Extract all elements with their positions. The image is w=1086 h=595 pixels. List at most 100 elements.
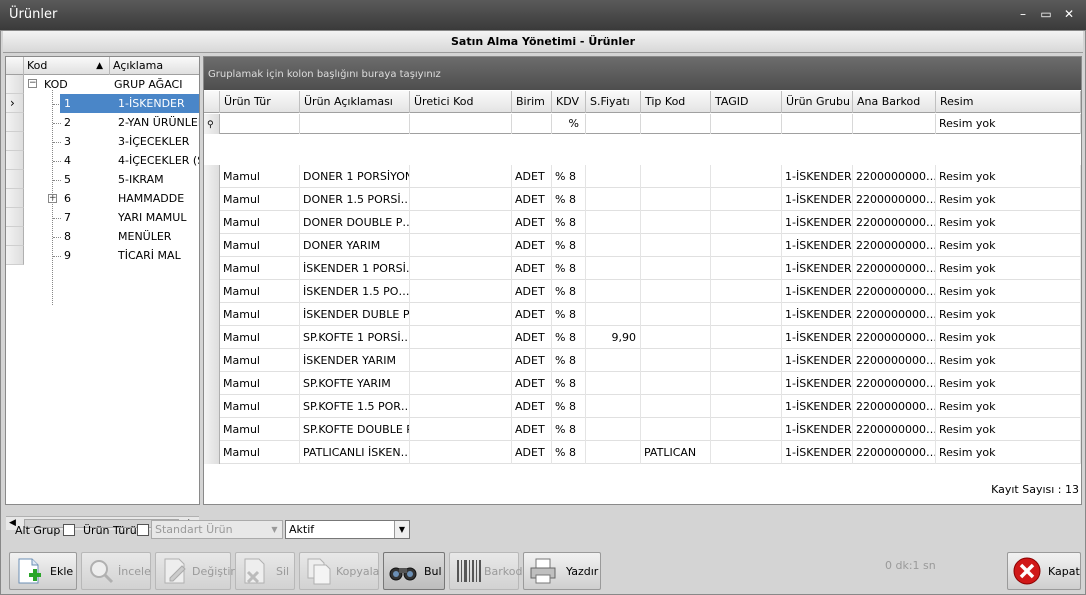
tree-col-kod[interactable]: Kod ▲ <box>24 57 110 75</box>
table-row[interactable]: Mamul PATLICANLI İSKEN… ADET% 8 PATLICAN 1-İ… <box>204 441 1081 464</box>
status-select[interactable]: Aktif ▼ <box>285 520 410 539</box>
table-cell: SP.KOFTE DOUBLE P… <box>300 418 410 441</box>
filter-cell[interactable] <box>512 114 552 134</box>
urun-turu-checkbox[interactable] <box>137 524 149 536</box>
kopyala-button[interactable]: Kopyala <box>299 552 379 590</box>
filter-cell[interactable]: % <box>552 114 586 134</box>
incele-label: İncele <box>118 565 151 578</box>
column-header[interactable]: Ana Barkod <box>853 91 936 113</box>
tree-item[interactable]: 5 5-IKRAM <box>6 170 199 189</box>
tree-connector <box>53 256 61 257</box>
barkod-button[interactable]: Barkod <box>449 552 523 590</box>
column-header[interactable]: Resim <box>936 91 1081 113</box>
binoculars-icon <box>389 567 417 581</box>
column-header[interactable]: S.Fiyatı <box>586 91 641 113</box>
ekle-button[interactable]: Ekle <box>9 552 77 590</box>
tree-item[interactable]: +6 HAMMADDE <box>6 189 199 208</box>
column-header[interactable]: Ürün Açıklaması <box>300 91 410 113</box>
table-cell: Mamul <box>220 303 300 326</box>
tree-item[interactable]: › 1 1-İSKENDER <box>6 94 199 113</box>
minimize-button[interactable]: – <box>1014 6 1032 22</box>
tree-item[interactable]: 9 TİCARİ MAL <box>6 246 199 265</box>
table-row[interactable]: Mamul İSKENDER 1.5 PO… ADET% 8 1-İSKENDER 22… <box>204 280 1081 303</box>
row-indicator <box>6 113 24 132</box>
table-row[interactable]: Mamul SP.KOFTE 1 PORSİ… ADET% 8 9,90 1-İSKEN… <box>204 326 1081 349</box>
filter-cell[interactable] <box>410 114 512 134</box>
table-row[interactable]: Mamul SP.KOFTE YARIM ADET% 8 1-İSKENDER 2200… <box>204 372 1081 395</box>
tree-item[interactable]: 2 2-YAN ÜRÜNLER <box>6 113 199 132</box>
group-by-area[interactable]: Gruplamak için kolon başlığını buraya ta… <box>204 57 1081 90</box>
grid-filter-row[interactable]: ⚲% Resim yok <box>204 114 1081 134</box>
bul-button[interactable]: Bul <box>383 552 445 590</box>
table-cell <box>711 349 782 372</box>
tree-connector-line <box>52 90 53 305</box>
kopyala-label: Kopyala <box>336 565 380 578</box>
table-cell: ADET <box>512 280 552 303</box>
row-indicator <box>204 257 220 280</box>
filter-cell[interactable] <box>586 114 641 134</box>
column-header[interactable]: Ürün Grubu <box>782 91 853 113</box>
tree-item[interactable]: 8 MENÜLER <box>6 227 199 246</box>
filter-cell[interactable]: Resim yok <box>936 114 1081 134</box>
table-row[interactable]: Mamul SP.KOFTE 1.5 POR… ADET% 8 1-İSKENDER 2… <box>204 395 1081 418</box>
tree-item-kod: 4 <box>64 154 71 167</box>
row-indicator <box>204 211 220 234</box>
column-header[interactable]: KDV <box>552 91 586 113</box>
row-indicator <box>204 395 220 418</box>
table-row[interactable]: Mamul DONER 1.5 PORSİ… ADET% 8 1-İSKENDER 22… <box>204 188 1081 211</box>
tree-col-aciklama[interactable]: Açıklama <box>110 57 199 75</box>
column-header[interactable]: Tip Kod <box>641 91 711 113</box>
incele-button[interactable]: İncele <box>81 552 151 590</box>
table-row[interactable]: Mamul İSKENDER DUBLE P… ADET% 8 1-İSKENDER 2… <box>204 303 1081 326</box>
sil-button[interactable]: Sil <box>235 552 295 590</box>
printer-icon <box>530 558 556 584</box>
tree-item[interactable]: 4 4-İÇECEKLER (SU <box>6 151 199 170</box>
column-header[interactable]: TAGID <box>711 91 782 113</box>
tree-item[interactable]: 3 3-İÇECEKLER <box>6 132 199 151</box>
column-header[interactable]: Birim <box>512 91 552 113</box>
ekle-label: Ekle <box>50 565 74 578</box>
kapat-button[interactable]: Kapat <box>1007 552 1081 590</box>
filter-cell[interactable] <box>641 114 711 134</box>
collapse-icon[interactable]: − <box>28 79 37 88</box>
table-cell: % 8 <box>552 349 586 372</box>
tree-item-kod: 2 <box>64 116 71 129</box>
row-indicator <box>204 326 220 349</box>
table-cell <box>586 303 641 326</box>
tree-item-aciklama: 5-IKRAM <box>118 173 164 186</box>
column-header[interactable]: Üretici Kod <box>410 91 512 113</box>
filter-cell[interactable] <box>711 114 782 134</box>
tree-root-row[interactable]: − KOD GRUP AĞACI <box>6 75 199 94</box>
table-row[interactable]: Mamul DONER YARIM ADET% 8 1-İSKENDER 2200000… <box>204 234 1081 257</box>
barkod-label: Barkod <box>484 565 523 578</box>
urun-turu-label: Ürün Türü <box>83 524 137 537</box>
tree-item[interactable]: 7 YARI MAMUL <box>6 208 199 227</box>
urun-turu-select[interactable]: Standart Ürün ▼ <box>151 520 283 539</box>
alt-grup-checkbox[interactable] <box>63 524 75 536</box>
table-row[interactable]: Mamul DONER 1 PORSİYON ADET% 8 1-İSKENDER 22… <box>204 165 1081 188</box>
delete-document-icon <box>244 558 265 584</box>
degistir-button[interactable]: Değiştir <box>155 552 235 590</box>
table-cell <box>586 211 641 234</box>
table-cell: ADET <box>512 372 552 395</box>
table-cell: Mamul <box>220 441 300 464</box>
table-cell: ADET <box>512 349 552 372</box>
filter-cell[interactable] <box>300 114 410 134</box>
table-cell: 2200000000… <box>853 441 936 464</box>
yazdir-button[interactable]: Yazdır <box>523 552 601 590</box>
tree-item-aciklama: YARI MAMUL <box>118 211 187 224</box>
filter-cell[interactable] <box>220 114 300 134</box>
table-row[interactable]: Mamul DONER DOUBLE P… ADET% 8 1-İSKENDER 220… <box>204 211 1081 234</box>
tree-item-aciklama: 1-İSKENDER <box>114 94 199 113</box>
table-row[interactable]: MamulSP.KOFTE DOUBLE P… ADET% 8 1-İSKENDER… <box>204 418 1081 441</box>
column-header[interactable]: Ürün Tür <box>220 91 300 113</box>
table-row[interactable]: Mamul İSKENDER YARIM ADET% 8 1-İSKENDER 2200… <box>204 349 1081 372</box>
filter-cell[interactable] <box>853 114 936 134</box>
table-cell: 1-İSKENDER <box>782 326 853 349</box>
table-cell: 2200000000… <box>853 234 936 257</box>
maximize-button[interactable]: ▭ <box>1037 6 1055 22</box>
close-window-button[interactable]: ✕ <box>1060 6 1078 22</box>
table-row[interactable]: Mamul İSKENDER 1 PORSİ… ADET% 8 1-İSKENDER 2… <box>204 257 1081 280</box>
table-cell: SP.KOFTE YARIM <box>300 372 410 395</box>
filter-cell[interactable] <box>782 114 853 134</box>
